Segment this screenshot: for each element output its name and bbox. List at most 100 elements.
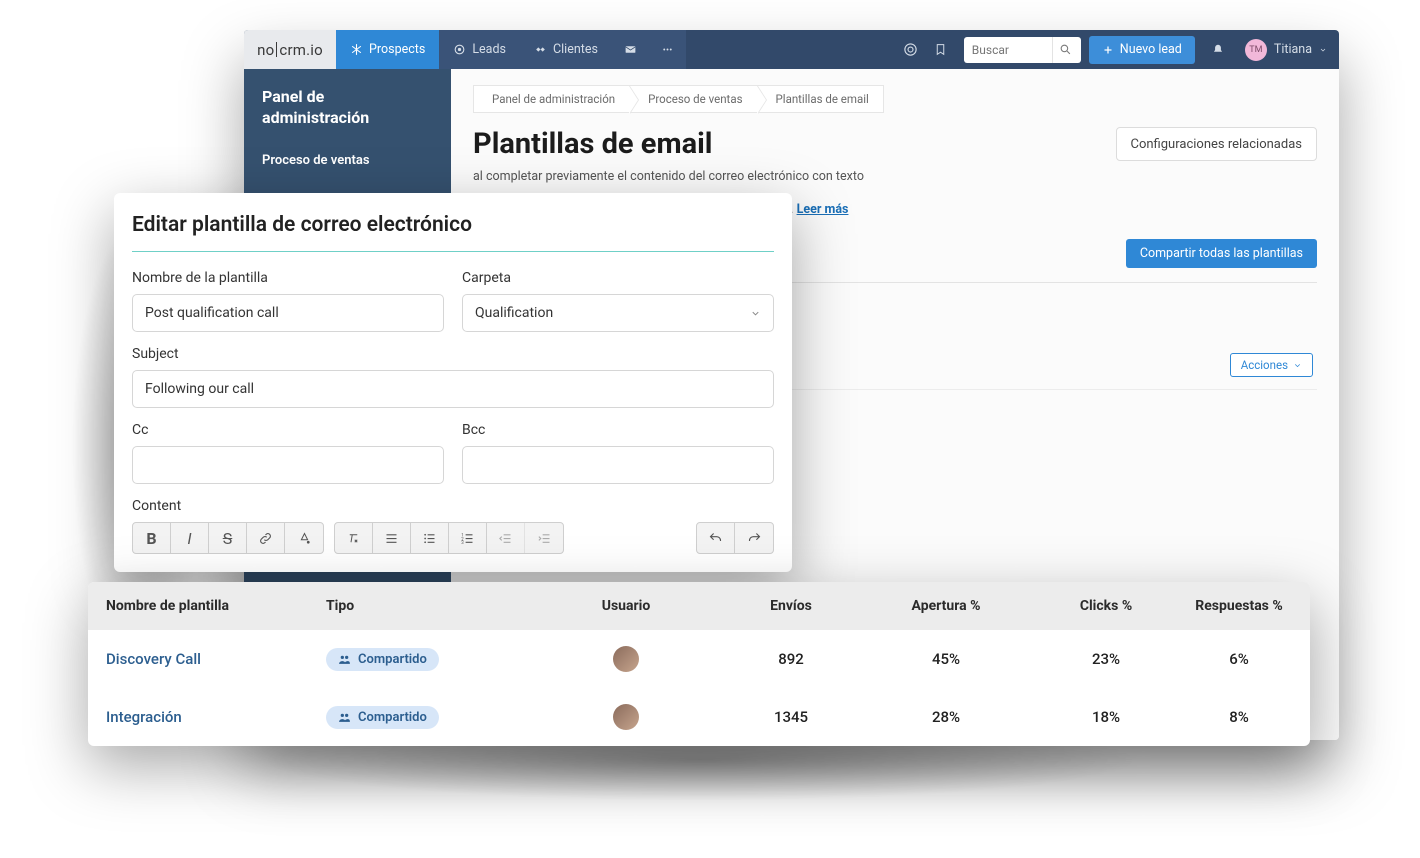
breadcrumb: Panel de administración Proceso de venta… (473, 85, 1317, 113)
chevron-down-icon (1319, 46, 1327, 54)
number-list-button[interactable]: 123 (449, 523, 487, 553)
nav-label: Leads (472, 42, 506, 57)
folder-value: Qualification (475, 305, 553, 321)
handshake-icon (534, 43, 547, 56)
cell-clicks: 18% (1026, 708, 1186, 726)
nav-leads[interactable]: Leads (439, 30, 520, 69)
subject-label: Subject (132, 346, 774, 362)
template-actions-button[interactable]: Acciones (1230, 353, 1313, 377)
svg-text:3: 3 (461, 541, 464, 546)
user-avatar: TM (1245, 39, 1267, 61)
table-row: Discovery Call Compartido 892 45% 23% 6% (88, 630, 1310, 688)
undo-button[interactable] (697, 523, 735, 553)
strikethrough-button[interactable]: S (209, 523, 247, 553)
folder-label: Carpeta (462, 270, 774, 286)
fill-color-button[interactable] (285, 523, 323, 553)
outdent-button[interactable] (487, 523, 525, 553)
sidebar-item-sales-process[interactable]: Proceso de ventas (262, 153, 433, 168)
user-avatar (613, 646, 639, 672)
cell-open: 28% (866, 708, 1026, 726)
cell-replies: 6% (1186, 650, 1292, 668)
content-label: Content (132, 498, 774, 514)
subject-input[interactable] (132, 370, 774, 408)
app-bar: no crm.io Prospects Leads Clientes (244, 30, 1339, 69)
folder-select[interactable]: Qualification (462, 294, 774, 332)
logo-left: no (257, 41, 274, 59)
user-initials: TM (1249, 45, 1262, 55)
modal-title: Editar plantilla de correo electrónico (132, 213, 774, 252)
col-user: Usuario (536, 598, 716, 614)
top-nav: Prospects Leads Clientes (336, 30, 686, 69)
cell-clicks: 23% (1026, 650, 1186, 668)
cc-label: Cc (132, 422, 444, 438)
template-name-label: Nombre de la plantilla (132, 270, 444, 286)
bullet-list-button[interactable] (411, 523, 449, 553)
nav-label: Prospects (369, 42, 425, 57)
col-open: Apertura % (866, 598, 1026, 614)
user-menu[interactable]: TM Titiana (1233, 39, 1339, 61)
user-name: Titiana (1274, 42, 1312, 57)
shared-badge: Compartido (326, 648, 439, 671)
shared-badge: Compartido (326, 706, 439, 729)
cell-sends: 892 (716, 650, 866, 668)
users-icon (338, 653, 351, 666)
template-name-input[interactable] (132, 294, 444, 332)
search-input[interactable] (964, 43, 1052, 57)
bcc-input[interactable] (462, 446, 774, 484)
new-lead-button[interactable]: Nuevo lead (1089, 36, 1195, 64)
bookmark-icon[interactable] (926, 43, 956, 56)
target-icon (453, 43, 466, 56)
users-icon (338, 711, 351, 724)
user-avatar (613, 704, 639, 730)
nav-more[interactable] (649, 30, 686, 69)
snowflake-icon (350, 43, 363, 56)
edit-template-modal: Editar plantilla de correo electrónico N… (114, 193, 792, 572)
chevron-down-icon (750, 308, 761, 319)
col-replies: Respuestas % (1186, 598, 1292, 614)
indent-button[interactable] (525, 523, 563, 553)
goal-icon[interactable] (896, 42, 926, 57)
learn-more-link[interactable]: Leer más (797, 202, 849, 217)
logo-right: crm.io (279, 41, 322, 59)
template-stats-panel: Nombre de plantilla Tipo Usuario Envíos … (88, 582, 1310, 746)
col-clicks: Clicks % (1026, 598, 1186, 614)
search-box[interactable] (964, 37, 1081, 63)
sidebar-title: Panel deadministración (262, 87, 433, 129)
share-all-templates-button[interactable]: Compartir todas las plantillas (1126, 239, 1317, 268)
link-button[interactable] (247, 523, 285, 553)
new-lead-label: Nuevo lead (1120, 42, 1182, 57)
envelope-icon (624, 43, 637, 56)
cc-input[interactable] (132, 446, 444, 484)
nav-mail[interactable] (612, 30, 649, 69)
app-logo: no crm.io (244, 30, 336, 69)
chevron-down-icon (1293, 361, 1302, 370)
bold-button[interactable]: B (133, 523, 171, 553)
template-link[interactable]: Integración (106, 708, 326, 726)
search-button[interactable] (1052, 37, 1078, 63)
crumb-sales-process[interactable]: Proceso de ventas (629, 85, 757, 113)
italic-button[interactable]: I (171, 523, 209, 553)
related-config-button[interactable]: Configuraciones relacionadas (1116, 127, 1318, 161)
nav-prospects[interactable]: Prospects (336, 30, 439, 69)
cell-open: 45% (866, 650, 1026, 668)
redo-button[interactable] (735, 523, 773, 553)
crumb-admin[interactable]: Panel de administración (473, 85, 630, 113)
help-text: al completar previamente el contenido de… (473, 169, 1317, 184)
ellipsis-icon (661, 43, 674, 56)
clear-format-button[interactable] (335, 523, 373, 553)
col-name: Nombre de plantilla (106, 598, 326, 614)
col-sends: Envíos (716, 598, 866, 614)
editor-toolbar: B I S 123 (132, 522, 774, 554)
crumb-email-templates[interactable]: Plantillas de email (757, 85, 884, 113)
align-button[interactable] (373, 523, 411, 553)
nav-clients[interactable]: Clientes (520, 30, 612, 69)
cell-replies: 8% (1186, 708, 1292, 726)
stats-header: Nombre de plantilla Tipo Usuario Envíos … (88, 582, 1310, 630)
col-type: Tipo (326, 598, 536, 614)
page-title: Plantillas de email (473, 127, 712, 161)
bell-icon[interactable] (1203, 43, 1233, 57)
cell-sends: 1345 (716, 708, 866, 726)
nav-label: Clientes (553, 42, 598, 57)
template-link[interactable]: Discovery Call (106, 650, 326, 668)
table-row: Integración Compartido 1345 28% 18% 8% (88, 688, 1310, 746)
